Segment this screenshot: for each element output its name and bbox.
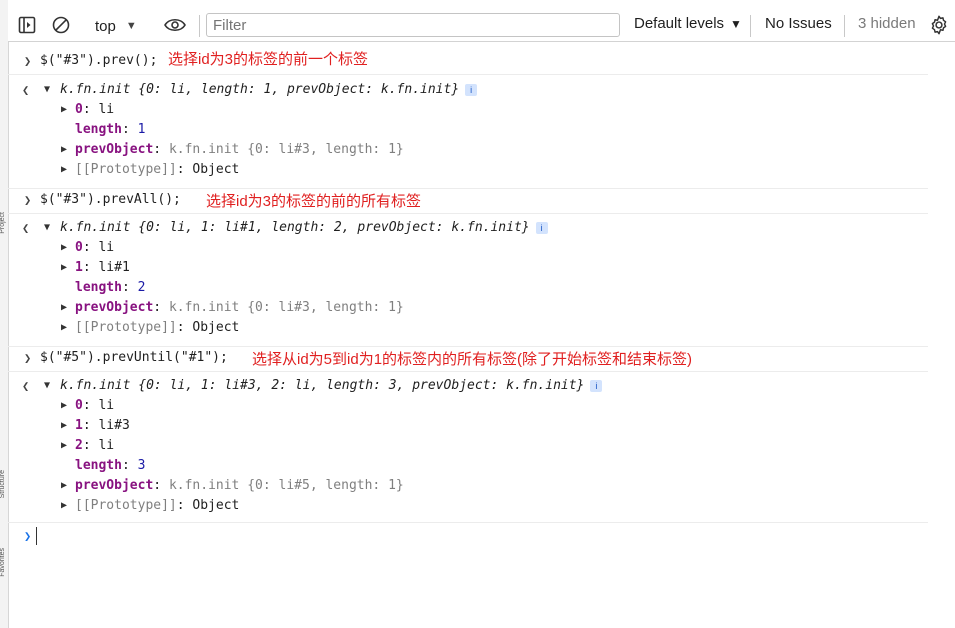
collapse-triangle-icon[interactable]: ▶ bbox=[61, 140, 67, 160]
console-prompt-input[interactable]: ❯ bbox=[8, 522, 928, 547]
summary-text: k.fn.init {0: li, 1: li#1, length: 2, pr… bbox=[60, 220, 530, 235]
collapse-triangle-icon[interactable]: ▶ bbox=[61, 100, 67, 120]
object-property[interactable]: 2: li bbox=[75, 436, 114, 456]
filter-input[interactable] bbox=[206, 13, 620, 37]
collapse-triangle-icon[interactable]: ▶ bbox=[61, 160, 67, 180]
log-levels-label: Default levels bbox=[634, 15, 725, 32]
object-summary[interactable]: k.fn.init {0: li, 1: li#3, 2: li, length… bbox=[60, 376, 603, 396]
info-icon[interactable]: i bbox=[465, 83, 478, 96]
object-property[interactable]: prevObject: k.fn.init {0: li#3, length: … bbox=[75, 298, 404, 318]
chevron-down-icon: ▼ bbox=[125, 20, 137, 32]
object-property[interactable]: 1: li#1 bbox=[75, 258, 130, 278]
annotation-text: 选择从id为5到id为1的标签内的所有标签(除了开始标签和结束标签) bbox=[252, 351, 693, 368]
object-property[interactable]: [[Prototype]]: Object bbox=[75, 496, 239, 516]
chevron-right-icon: ❯ bbox=[24, 193, 32, 207]
summary-text: k.fn.init {0: li, 1: li#3, 2: li, length… bbox=[60, 378, 585, 393]
object-property[interactable]: [[Prototype]]: Object bbox=[75, 160, 239, 180]
result-arrow-icon: ❮ bbox=[22, 379, 30, 393]
command-text: $("#3").prevAll(); bbox=[40, 192, 181, 207]
chevron-right-icon: ❯ bbox=[24, 54, 32, 68]
console-input-row[interactable]: ❯ $("#5").prevUntil("#1"); 选择从id为5到id为1的… bbox=[8, 346, 928, 372]
object-property[interactable]: 0: li bbox=[75, 396, 114, 416]
object-property[interactable]: prevObject: k.fn.init {0: li#3, length: … bbox=[75, 140, 404, 160]
context-label: top bbox=[95, 17, 116, 35]
text-caret bbox=[36, 527, 37, 545]
collapse-triangle-icon[interactable]: ▶ bbox=[61, 238, 67, 258]
object-property[interactable]: 0: li bbox=[75, 100, 114, 120]
sidebar-toggle-icon[interactable] bbox=[15, 13, 39, 37]
sidebar-label-favorites[interactable]: Favorites bbox=[0, 548, 9, 577]
annotation-text: 选择id为3的标签的前一个标签 bbox=[168, 51, 369, 68]
object-property: length: 3 bbox=[75, 458, 146, 473]
info-icon[interactable]: i bbox=[535, 221, 548, 234]
chevron-down-icon: ▼ bbox=[730, 16, 742, 31]
console-toolbar: top ▼ Default levels ▼ No Issues 3 hidde… bbox=[8, 0, 955, 42]
console-result: ❮ ▼ k.fn.init {0: li, length: 1, prevObj… bbox=[8, 78, 928, 178]
object-property[interactable]: 0: li bbox=[75, 238, 114, 258]
object-property: length: 2 bbox=[75, 280, 146, 295]
log-levels-dropdown[interactable]: Default levels ▼ bbox=[634, 15, 742, 32]
clear-console-icon[interactable] bbox=[49, 13, 73, 37]
expand-triangle-icon[interactable]: ▼ bbox=[44, 218, 50, 238]
object-property[interactable]: prevObject: k.fn.init {0: li#5, length: … bbox=[75, 476, 404, 496]
console-result: ❮ ▼ k.fn.init {0: li, 1: li#3, 2: li, le… bbox=[8, 374, 928, 514]
object-property[interactable]: [[Prototype]]: Object bbox=[75, 318, 239, 338]
console-result: ❮ ▼ k.fn.init {0: li, 1: li#1, length: 2… bbox=[8, 216, 928, 336]
console-input-row[interactable]: ❯ $("#3").prev(); 选择id为3的标签的前一个标签 bbox=[8, 50, 928, 75]
collapse-triangle-icon[interactable]: ▶ bbox=[61, 258, 67, 278]
object-summary[interactable]: k.fn.init {0: li, 1: li#1, length: 2, pr… bbox=[60, 218, 548, 238]
context-selector[interactable]: top ▼ bbox=[95, 15, 137, 37]
summary-text: k.fn.init {0: li, length: 1, prevObject:… bbox=[60, 82, 460, 97]
result-arrow-icon: ❮ bbox=[22, 83, 30, 97]
hidden-count[interactable]: 3 hidden bbox=[858, 15, 916, 32]
annotation-text: 选择id为3的标签的前的所有标签 bbox=[206, 193, 422, 210]
command-text: $("#3").prev(); bbox=[40, 53, 158, 68]
expand-triangle-icon[interactable]: ▼ bbox=[44, 80, 50, 100]
collapse-triangle-icon[interactable]: ▶ bbox=[61, 496, 67, 516]
collapse-triangle-icon[interactable]: ▶ bbox=[61, 476, 67, 496]
object-property: length: 1 bbox=[75, 122, 146, 137]
live-expression-eye-icon[interactable] bbox=[161, 13, 189, 37]
collapse-triangle-icon[interactable]: ▶ bbox=[61, 318, 67, 338]
expand-triangle-icon[interactable]: ▼ bbox=[44, 376, 50, 396]
command-text: $("#5").prevUntil("#1"); bbox=[40, 350, 228, 365]
collapse-triangle-icon[interactable]: ▶ bbox=[61, 396, 67, 416]
issues-button[interactable]: No Issues bbox=[765, 15, 832, 32]
toolbar-divider bbox=[199, 15, 200, 37]
toolbar-divider bbox=[750, 15, 751, 37]
info-icon[interactable]: i bbox=[590, 379, 603, 392]
toolbar-divider bbox=[844, 15, 845, 37]
object-property[interactable]: 1: li#3 bbox=[75, 416, 130, 436]
result-arrow-icon: ❮ bbox=[22, 221, 30, 235]
console-input-row[interactable]: ❯ $("#3").prevAll(); 选择id为3的标签的前的所有标签 bbox=[8, 188, 928, 214]
collapse-triangle-icon[interactable]: ▶ bbox=[61, 436, 67, 456]
chevron-right-icon: ❯ bbox=[24, 351, 32, 365]
collapse-triangle-icon[interactable]: ▶ bbox=[61, 416, 67, 436]
collapse-triangle-icon[interactable]: ▶ bbox=[61, 298, 67, 318]
object-summary[interactable]: k.fn.init {0: li, length: 1, prevObject:… bbox=[60, 80, 478, 100]
gear-icon[interactable] bbox=[928, 14, 952, 38]
chevron-right-icon: ❯ bbox=[24, 529, 32, 543]
